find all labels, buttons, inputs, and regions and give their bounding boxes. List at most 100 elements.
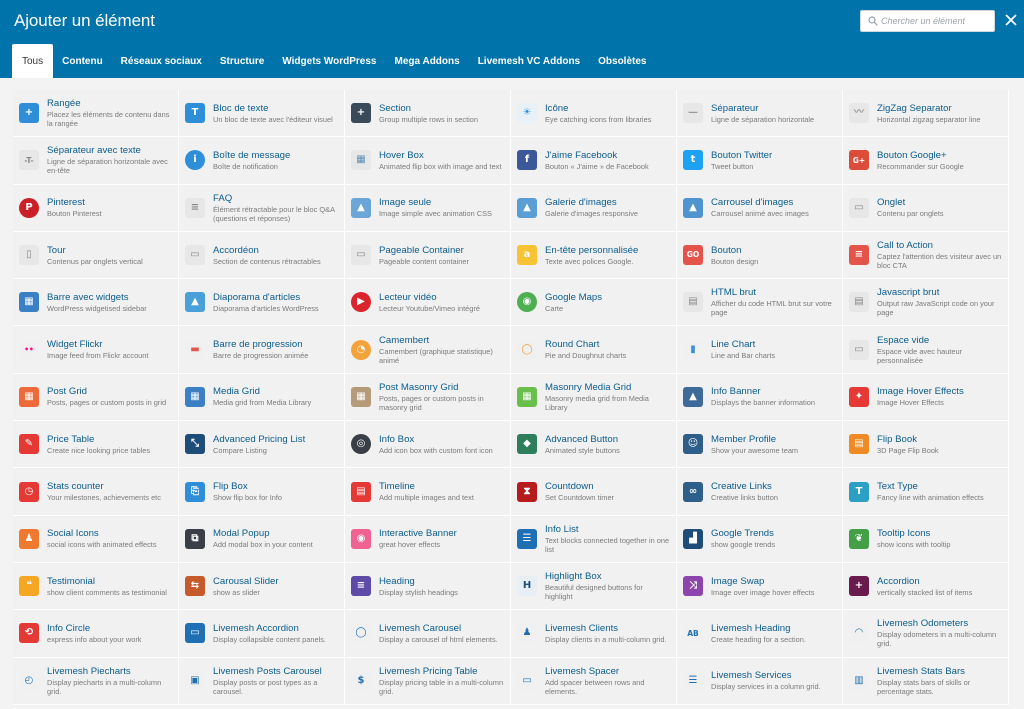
element-card[interactable]: T Bloc de texte Un bloc de texte avec l'éd… bbox=[179, 90, 345, 138]
search-box[interactable] bbox=[860, 10, 995, 32]
element-name: Livemesh Carousel bbox=[379, 622, 462, 634]
element-card[interactable]: P Pinterest Bouton Pinterest bbox=[13, 184, 179, 232]
tab-livemesh-vc-addons[interactable]: Livemesh VC Addons bbox=[469, 44, 589, 78]
element-card[interactable]: ▭ Onglet Contenu par onglets bbox=[843, 184, 1009, 232]
element-card[interactable]: ▤ Flip Book 3D Page Flip Book bbox=[843, 421, 1009, 469]
element-card[interactable]: ❦ Tooltip Icons show icons with tooltip bbox=[843, 515, 1009, 563]
element-card[interactable]: ▭ Livemesh Accordion Display collapsible c… bbox=[179, 610, 345, 658]
element-description: Ligne de séparation horizontale avec en-… bbox=[47, 157, 168, 176]
element-card[interactable]: + Rangée Placez les éléments de contenu da… bbox=[13, 90, 179, 138]
element-card[interactable]: ⎘ Flip Box Show flip box for Info bbox=[179, 468, 345, 516]
element-card[interactable]: ⟲ Info Circle express info about your work bbox=[13, 610, 179, 658]
close-icon[interactable] bbox=[1003, 12, 1019, 28]
tab-obsol-tes[interactable]: Obsolètes bbox=[589, 44, 655, 78]
element-card[interactable]: ▦ Barre avec widgets WordPress widgetised … bbox=[13, 279, 179, 327]
element-card[interactable]: ▲ Carrousel d'images Carrousel animé avec … bbox=[677, 184, 843, 232]
element-card[interactable]: ◔ Camembert Camembert (graphique statistiq… bbox=[345, 326, 511, 374]
tab-widgets-wordpress[interactable]: Widgets WordPress bbox=[273, 44, 385, 78]
element-card[interactable]: f J'aime Facebook Bouton « J'aime » de Fac… bbox=[511, 137, 677, 185]
member-icon: ☺ bbox=[683, 434, 703, 455]
element-card[interactable]: t Bouton Twitter Tweet button bbox=[677, 137, 843, 185]
element-card[interactable]: ▦ Post Grid Posts, pages or custom posts i… bbox=[13, 373, 179, 422]
element-card[interactable]: •• Widget Flickr Image feed from Flickr ac… bbox=[13, 326, 179, 374]
element-card[interactable]: ▲ Image seule Image simple avec animation … bbox=[345, 184, 511, 232]
element-card[interactable]: ▶ Lecteur vidéo Lecteur Youtube/Vimeo inté… bbox=[345, 279, 511, 327]
element-card[interactable]: ◎ Info Box Add icon box with custom font i… bbox=[345, 421, 511, 469]
element-card[interactable]: G+ Bouton Google+ Recommander sur Google bbox=[843, 137, 1009, 185]
element-card[interactable]: AB Livemesh Heading Create heading for a s… bbox=[677, 610, 843, 658]
element-card[interactable]: ▲ Diaporama d'articles Diaporama d'article… bbox=[179, 279, 345, 327]
element-card[interactable]: ✎ Price Table Create nice looking price ta… bbox=[13, 421, 179, 469]
element-card[interactable]: ⤨ Image Swap Image over image hover effect… bbox=[677, 562, 843, 611]
element-card[interactable]: ◆ Advanced Button Animated style buttons bbox=[511, 421, 677, 469]
element-card[interactable]: ▯ Tour Contenus par onglets vertical bbox=[13, 231, 179, 280]
element-card[interactable]: ◯ Livemesh Carousel Display a carousel of … bbox=[345, 610, 511, 658]
element-card[interactable]: ▭ Espace vide Espace vide avec hauteur per… bbox=[843, 326, 1009, 374]
element-name: Livemesh Piecharts bbox=[47, 665, 131, 677]
element-card[interactable]: ◉ Google Maps Carte bbox=[511, 279, 677, 327]
element-card[interactable]: ⧗ Countdown Set Countdown timer bbox=[511, 468, 677, 516]
element-description: Diaporama d'articles WordPress bbox=[213, 303, 319, 313]
element-card[interactable]: ▤ HTML brut Afficher du code HTML brut sur… bbox=[677, 279, 843, 327]
element-name: Barre de progression bbox=[213, 339, 303, 351]
lm-stats-bars-icon: ▥ bbox=[849, 670, 869, 691]
element-card[interactable]: ▦ Media Grid Media grid from Media Library bbox=[179, 373, 345, 422]
element-card[interactable]: ◴ Livemesh Piecharts Display piecharts in … bbox=[13, 657, 179, 705]
element-card[interactable]: + Accordion vertically stacked list of ite… bbox=[843, 562, 1009, 611]
element-card[interactable]: ▦ Masonry Media Grid Masonry media grid fr… bbox=[511, 373, 677, 422]
element-card[interactable]: ☺ Member Profile Show your awesome team bbox=[677, 421, 843, 469]
element-card[interactable]: a En-tête personnalisée Texte avec polices… bbox=[511, 231, 677, 280]
element-card[interactable]: ≡ Call to Action Captez l'attention des vi… bbox=[843, 231, 1009, 280]
search-input[interactable] bbox=[881, 12, 991, 30]
tab-structure[interactable]: Structure bbox=[211, 44, 273, 78]
element-card[interactable]: ◠ Livemesh Odometers Display odometers in … bbox=[843, 610, 1009, 658]
element-card[interactable]: ♟ Livemesh Clients Display clients in a mu… bbox=[511, 610, 677, 658]
tab-mega-addons[interactable]: Mega Addons bbox=[386, 44, 469, 78]
element-card[interactable]: ▲ Galerie d'images Galerie d'images respon… bbox=[511, 184, 677, 232]
element-card[interactable]: ▦ Post Masonry Grid Posts, pages or custom… bbox=[345, 373, 511, 422]
element-card[interactable]: ∞ Creative Links Creative links button bbox=[677, 468, 843, 516]
element-card[interactable]: T Text Type Fancy line with animation effe… bbox=[843, 468, 1009, 516]
element-card[interactable]: ▭ Livemesh Spacer Add spacer between rows … bbox=[511, 657, 677, 705]
element-card[interactable]: ⇆ Carousal Slider show as slider bbox=[179, 562, 345, 611]
element-card[interactable]: — Séparateur Ligne de séparation horizonta… bbox=[677, 90, 843, 138]
element-card[interactable]: ▤ Javascript brut Output raw JavaScript co… bbox=[843, 279, 1009, 327]
element-card[interactable]: 〰 ZigZag Separator Horizontal zigzag separ… bbox=[843, 90, 1009, 138]
element-card[interactable]: ◉ Interactive Banner great hover effects bbox=[345, 515, 511, 563]
element-card[interactable]: ◷ Stats counter Your milestones, achieveme… bbox=[13, 468, 179, 516]
element-card[interactable]: GO Bouton Bouton design bbox=[677, 231, 843, 280]
element-card[interactable]: ◯ Round Chart Pie and Doughnut charts bbox=[511, 326, 677, 374]
element-description: Horizontal zigzag separator line bbox=[877, 114, 981, 124]
tab-contenu[interactable]: Contenu bbox=[53, 44, 112, 78]
element-card[interactable]: $ Livemesh Pricing Table Display pricing t… bbox=[345, 657, 511, 705]
element-card[interactable]: + Section Group multiple rows in section bbox=[345, 90, 511, 138]
element-card[interactable]: ▲ Info Banner Displays the banner informat… bbox=[677, 373, 843, 422]
element-card[interactable]: ▣ Livemesh Posts Carousel Display posts or… bbox=[179, 657, 345, 705]
element-card[interactable]: ≡ FAQ Élément rétractable pour le bloc Q&A… bbox=[179, 184, 345, 232]
element-card[interactable]: ▭ Pageable Container Pageable content cont… bbox=[345, 231, 511, 280]
element-card[interactable]: ⧉ Modal Popup Add modal box in your conten… bbox=[179, 515, 345, 563]
element-card[interactable]: ♟ Social Icons social icons with animated … bbox=[13, 515, 179, 563]
element-card[interactable]: ☰ Info List Text blocks connected together… bbox=[511, 515, 677, 563]
element-card[interactable]: ⤡ Advanced Pricing List Compare Listing bbox=[179, 421, 345, 469]
element-card[interactable]: i Boîte de message Boîte de notification bbox=[179, 137, 345, 185]
element-card[interactable]: -T- Séparateur avec texte Ligne de séparat… bbox=[13, 137, 179, 185]
tab-r-seaux-sociaux[interactable]: Réseaux sociaux bbox=[112, 44, 211, 78]
element-name: Modal Popup bbox=[213, 528, 270, 540]
element-card[interactable]: ▦ Hover Box Animated flip box with image a… bbox=[345, 137, 511, 185]
element-card[interactable]: ≡ Heading Display stylish headings bbox=[345, 562, 511, 611]
element-card[interactable]: H Highlight Box Beautiful designed buttons… bbox=[511, 562, 677, 611]
tab-tous[interactable]: Tous bbox=[12, 44, 54, 78]
element-card[interactable]: ▬ Barre de progression Barre de progressio… bbox=[179, 326, 345, 374]
element-card[interactable]: ▤ Timeline Add multiple images and text bbox=[345, 468, 511, 516]
element-card[interactable]: ☰ Livemesh Services Display services in a … bbox=[677, 657, 843, 705]
element-card[interactable]: ▟ Google Trends show google trends bbox=[677, 515, 843, 563]
counter-icon: ◷ bbox=[19, 481, 39, 502]
element-card[interactable]: ❝ Testimonial show client comments as test… bbox=[13, 562, 179, 611]
element-card[interactable]: ▮ Line Chart Line and Bar charts bbox=[677, 326, 843, 374]
element-card[interactable]: ▭ Accordéon Section de contenus rétractabl… bbox=[179, 231, 345, 280]
carousel-icon: ▲ bbox=[683, 197, 703, 218]
element-card[interactable]: ☀ Icône Eye catching icons from libraries bbox=[511, 90, 677, 138]
element-card[interactable]: ✦ Image Hover Effects Image Hover Effects bbox=[843, 373, 1009, 422]
element-card[interactable]: ▥ Livemesh Stats Bars Display stats bars o… bbox=[843, 657, 1009, 705]
